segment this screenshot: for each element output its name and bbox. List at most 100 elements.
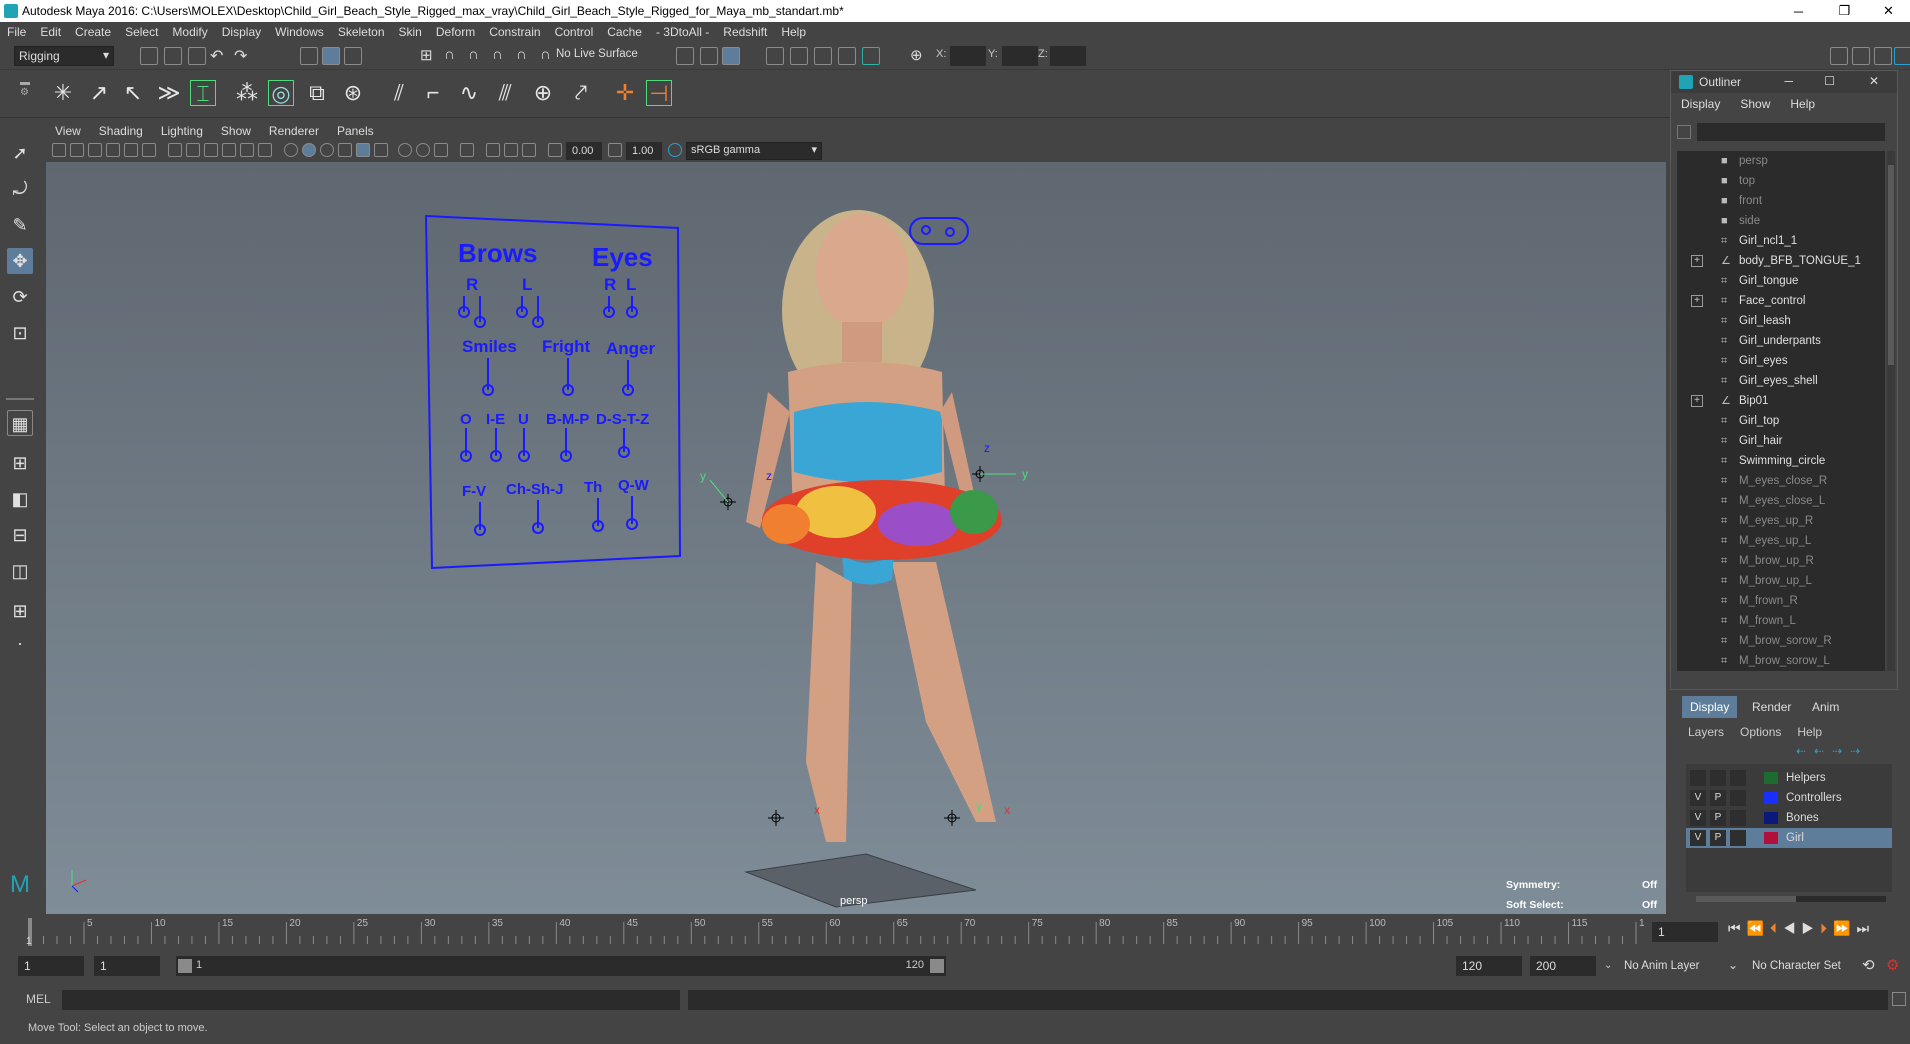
modeling-toolkit-icon[interactable] xyxy=(1830,47,1848,65)
screen-space-ao-icon[interactable] xyxy=(398,143,412,157)
mel-label[interactable]: MEL xyxy=(26,992,51,1006)
gamma-field[interactable]: 1.00 xyxy=(626,142,662,160)
step-back-key-icon[interactable]: ⏴ xyxy=(1770,920,1783,936)
range-start-handle[interactable] xyxy=(178,959,192,973)
outliner-minimize-icon[interactable]: ─ xyxy=(1784,74,1793,88)
layer-color-swatch[interactable] xyxy=(1764,832,1778,844)
select-camera-icon[interactable] xyxy=(52,143,66,157)
xray-active-icon[interactable] xyxy=(522,143,536,157)
outliner-item[interactable]: ⌗ M_eyes_close_L xyxy=(1677,491,1885,511)
cluster-icon[interactable]: ⁂ xyxy=(234,80,260,106)
face-control-board[interactable]: Brows Eyes R L R L Smiles Fright Anger O… xyxy=(424,214,682,570)
anti-alias-icon[interactable] xyxy=(434,143,448,157)
layer-visibility-toggle[interactable]: V xyxy=(1690,830,1706,846)
color-management-icon[interactable] xyxy=(668,143,682,157)
expand-icon[interactable]: + xyxy=(1691,395,1703,407)
layer-visibility-toggle[interactable]: V xyxy=(1690,810,1706,826)
outliner-item[interactable]: ⌗ Girl_eyes_shell xyxy=(1677,371,1885,391)
xray-joints-icon[interactable] xyxy=(504,143,518,157)
outliner-menu-display[interactable]: Display xyxy=(1671,97,1730,111)
select-component-icon[interactable] xyxy=(344,47,362,65)
outliner-item[interactable]: ⌗ M_eyes_close_R xyxy=(1677,471,1885,491)
2d-pan-zoom-icon[interactable] xyxy=(124,143,138,157)
time-slider[interactable]: 1 5 10 15 20 25 30 35 40 45 50 55 60 65 70 75 80 85 90 95 10… xyxy=(24,914,1656,948)
playback-start-field[interactable]: 1 xyxy=(94,956,160,976)
smooth-bind-icon[interactable]: ⌐ xyxy=(420,80,446,106)
paint-weights-icon[interactable]: ∿ xyxy=(456,80,482,106)
layer-playback-toggle[interactable]: P xyxy=(1710,830,1726,846)
eye-look-controller[interactable] xyxy=(909,217,969,245)
layer-playback-toggle[interactable]: P xyxy=(1710,810,1726,826)
select-tool-icon[interactable]: ➚ xyxy=(7,140,33,166)
paint-select-tool-icon[interactable]: ✎ xyxy=(7,212,33,238)
outliner-item[interactable]: ⌗ Girl_tongue xyxy=(1677,271,1885,291)
create-joint-icon[interactable]: ✳ xyxy=(50,80,76,106)
character-set-selector[interactable]: No Character Set xyxy=(1748,956,1868,976)
layer-playback-toggle[interactable] xyxy=(1710,770,1726,786)
layer-menu-help[interactable]: Help xyxy=(1789,722,1830,742)
layer-tab-render[interactable]: Render xyxy=(1744,696,1799,718)
play-forward-icon[interactable]: ▶ xyxy=(1802,920,1821,936)
outliner-item[interactable]: ⌗ Girl_hair xyxy=(1677,431,1885,451)
constraint-orient-icon[interactable]: ⊣ xyxy=(646,80,672,106)
save-scene-icon[interactable] xyxy=(188,47,206,65)
mode-selector[interactable]: Rigging ▾ xyxy=(14,46,114,66)
play-backward-icon[interactable]: ◀ xyxy=(1783,920,1802,936)
expand-icon[interactable]: + xyxy=(1691,295,1703,307)
move-tool-icon[interactable]: ✥ xyxy=(7,248,33,274)
channel-box-icon[interactable] xyxy=(1894,47,1910,65)
expand-icon[interactable]: + xyxy=(1691,255,1703,267)
lasso-tool-icon[interactable]: ⤾ xyxy=(7,176,33,202)
layer-display-type-toggle[interactable] xyxy=(1730,830,1746,846)
outliner-item[interactable]: ⌗ Girl_leash xyxy=(1677,311,1885,331)
scale-tool-icon[interactable]: ⊡ xyxy=(7,320,33,346)
image-plane-icon[interactable] xyxy=(106,143,120,157)
outliner-menu-help[interactable]: Help xyxy=(1780,97,1825,111)
outliner-close-icon[interactable]: ✕ xyxy=(1869,74,1879,88)
field-chart-icon[interactable] xyxy=(240,143,254,157)
outliner-item[interactable]: ⌗ Girl_underpants xyxy=(1677,331,1885,351)
animation-prefs-icon[interactable]: ⚙ xyxy=(1886,956,1899,974)
layer-display-type-toggle[interactable] xyxy=(1730,810,1746,826)
current-frame-field[interactable]: 1 xyxy=(1652,922,1718,942)
outliner-item[interactable]: ⌗ M_brow_up_R xyxy=(1677,551,1885,571)
smooth-shade-icon[interactable] xyxy=(302,143,316,157)
menu-help[interactable]: Help xyxy=(774,25,813,39)
layer-visibility-toggle[interactable]: V xyxy=(1690,790,1706,806)
output-ops-icon[interactable] xyxy=(700,47,718,65)
select-object-icon[interactable] xyxy=(322,47,340,65)
wireframe-on-shaded-icon[interactable] xyxy=(320,143,334,157)
y-field[interactable] xyxy=(1002,46,1038,66)
end-time-field[interactable]: 200 xyxy=(1530,956,1596,976)
ipr-render-icon[interactable] xyxy=(814,47,832,65)
layer-scrollbar[interactable] xyxy=(1696,896,1886,902)
attribute-editor-icon[interactable] xyxy=(1852,47,1870,65)
four-view-layout-icon[interactable]: ⊞ xyxy=(7,450,33,476)
detach-skin-icon[interactable]: ⫻ xyxy=(492,80,518,106)
snap-point-icon[interactable]: ∩ xyxy=(468,46,479,63)
wrap-deformer-icon[interactable]: ⊛ xyxy=(340,80,366,106)
outliner-item[interactable]: + ⌗ Face_control xyxy=(1677,291,1885,311)
snap-grid-icon[interactable]: ⊞ xyxy=(420,46,433,64)
close-button[interactable]: ✕ xyxy=(1866,0,1910,22)
render-settings-icon[interactable] xyxy=(838,47,856,65)
outliner-item[interactable]: ⌗ M_eyes_up_L xyxy=(1677,531,1885,551)
hypershade-icon[interactable] xyxy=(862,47,880,65)
live-surface-label[interactable]: No Live Surface xyxy=(556,48,638,60)
menu-display[interactable]: Display xyxy=(215,25,268,39)
film-gate-icon[interactable] xyxy=(186,143,200,157)
step-forward-key-icon[interactable]: ⏵ xyxy=(1820,920,1833,936)
menu-modify[interactable]: Modify xyxy=(165,25,214,39)
outliner-search-input[interactable] xyxy=(1697,123,1885,141)
outliner-item[interactable]: ⌗ M_brow_sorow_L xyxy=(1677,651,1885,671)
vp-menu-show[interactable]: Show xyxy=(212,124,260,138)
layer-visibility-toggle[interactable] xyxy=(1690,770,1706,786)
outliner-item[interactable]: ■ persp xyxy=(1677,151,1885,171)
wireframe-icon[interactable] xyxy=(284,143,298,157)
layer-playback-toggle[interactable]: P xyxy=(1710,790,1726,806)
x-field[interactable] xyxy=(950,46,986,66)
layer-row[interactable]: V P Girl xyxy=(1686,828,1892,848)
layer-display-type-toggle[interactable] xyxy=(1730,770,1746,786)
outliner-titlebar[interactable]: Outliner ─ ☐ ✕ xyxy=(1671,71,1897,93)
z-field[interactable] xyxy=(1050,46,1086,66)
